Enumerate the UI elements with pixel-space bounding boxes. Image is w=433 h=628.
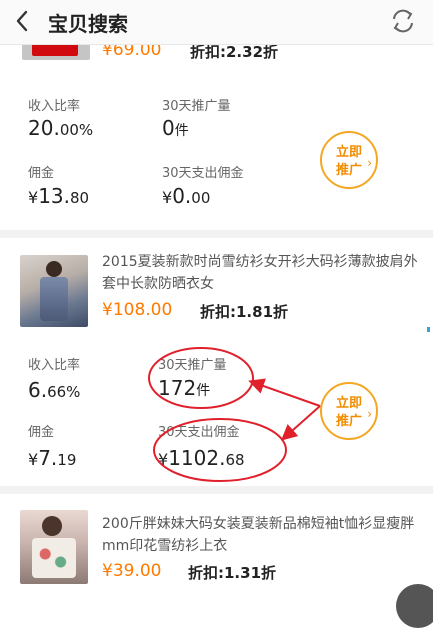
income-rate-value: 6.66% <box>28 378 81 402</box>
product-price: ¥39.00 <box>102 561 162 581</box>
commission-value: ¥13.80 <box>28 184 90 208</box>
commission-spend-label: 30天支出佣金 <box>162 166 244 181</box>
refresh-icon[interactable] <box>386 4 420 38</box>
top-bar: 宝贝搜索 <box>0 0 433 45</box>
product-card[interactable]: 200斤胖妹妹大码女装夏装新品棉短袖t恤衫显瘦胖mm印花雪纺衫上衣 ¥39.00… <box>0 494 433 594</box>
product-card[interactable]: 2015夏装新款时尚雪纺衫女开衫大码衫薄款披肩外套中长款防晒衣女 ¥108.00… <box>0 238 433 486</box>
chevron-left-icon[interactable] <box>8 6 38 36</box>
promote-button[interactable]: 立即 推广 › <box>320 382 378 440</box>
product-discount: 折扣:1.81折 <box>200 303 289 321</box>
promo-count-value: 0件 <box>162 116 189 140</box>
card-divider <box>0 486 433 494</box>
promo-count-label: 30天推广量 <box>158 358 227 373</box>
commission-label: 佣金 <box>28 166 55 181</box>
chevron-right-icon: › <box>367 156 372 170</box>
product-title[interactable]: 200斤胖妹妹大码女装夏装新品棉短袖t恤衫显瘦胖mm印花雪纺衫上衣 <box>102 513 420 557</box>
scroll-indicator[interactable] <box>427 327 430 332</box>
commission-spend-value: ¥0.00 <box>162 184 211 208</box>
income-rate-label: 收入比率 <box>28 99 81 114</box>
commission-label: 佣金 <box>28 425 55 440</box>
card-divider <box>0 230 433 238</box>
income-rate-value: 20.00% <box>28 116 94 140</box>
income-rate-label: 收入比率 <box>28 358 81 373</box>
page-title: 宝贝搜索 <box>48 12 128 36</box>
product-discount: 折扣:1.31折 <box>188 564 277 582</box>
product-thumbnail[interactable] <box>20 510 88 584</box>
product-thumbnail[interactable] <box>20 255 88 327</box>
floating-button[interactable] <box>396 584 433 628</box>
chevron-right-icon: › <box>367 407 372 421</box>
commission-value: ¥7.19 <box>28 446 77 470</box>
commission-spend-value: ¥1102.68 <box>158 446 245 470</box>
product-title[interactable]: 2015夏装新款时尚雪纺衫女开衫大码衫薄款披肩外套中长款防晒衣女 <box>102 251 420 295</box>
promo-count-value: 172件 <box>158 376 211 400</box>
product-price: ¥108.00 <box>102 300 173 320</box>
promo-count-label: 30天推广量 <box>162 99 231 114</box>
promote-button[interactable]: 立即 推广 › <box>320 131 378 189</box>
commission-spend-label: 30天支出佣金 <box>158 425 240 440</box>
